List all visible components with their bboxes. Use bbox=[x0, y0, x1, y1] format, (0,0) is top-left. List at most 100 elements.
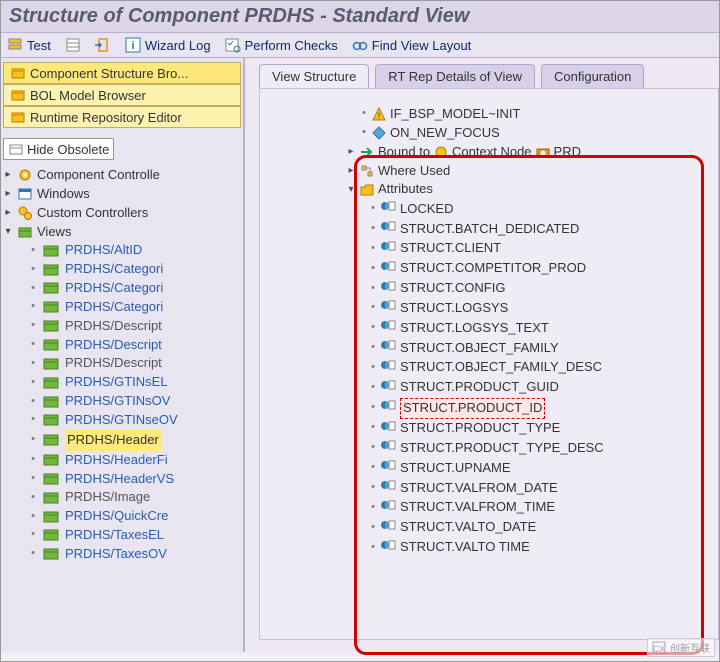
attribute-row[interactable]: •STRUCT.CONFIG bbox=[370, 279, 706, 299]
attribute-row[interactable]: •STRUCT.OBJECT_FAMILY_DESC bbox=[370, 358, 706, 378]
view-link[interactable]: PRDHS/TaxesOV bbox=[65, 545, 167, 564]
tree-row-init[interactable]: • ! IF_BSP_MODEL~INIT bbox=[360, 105, 706, 124]
view-item[interactable]: •PRDHS/TaxesOV bbox=[29, 545, 241, 564]
attribute-row[interactable]: •STRUCT.PRODUCT_ID bbox=[370, 398, 706, 419]
view-link[interactable]: PRDHS/QuickCre bbox=[65, 507, 168, 526]
view-item[interactable]: •PRDHS/Image bbox=[29, 488, 241, 507]
attribute-row[interactable]: •LOCKED bbox=[370, 199, 706, 219]
tree-row-attributes[interactable]: ▾ Attributes bbox=[346, 180, 706, 199]
view-icon bbox=[43, 471, 59, 487]
view-link[interactable]: PRDHS/Categori bbox=[65, 298, 163, 317]
view-item[interactable]: •PRDHS/GTINsOV bbox=[29, 392, 241, 411]
view-item[interactable]: •PRDHS/GTINseOV bbox=[29, 411, 241, 430]
view-item[interactable]: • PRDHS/HeaderVS bbox=[29, 470, 241, 489]
attribute-row[interactable]: •STRUCT.UPNAME bbox=[370, 458, 706, 478]
attribute-row[interactable]: •STRUCT.VALTO_DATE bbox=[370, 518, 706, 538]
attribute-row[interactable]: •STRUCT.PRODUCT_GUID bbox=[370, 378, 706, 398]
view-icon bbox=[43, 262, 59, 278]
attribute-row[interactable]: • STRUCT.LOGSYS_TEXT bbox=[370, 318, 706, 338]
view-item[interactable]: •PRDHS/Categori bbox=[29, 260, 241, 279]
twisty-icon[interactable]: ▸ bbox=[3, 187, 13, 202]
view-item[interactable]: •PRDHS/TaxesEL bbox=[29, 526, 241, 545]
twisty-icon[interactable]: ▾ bbox=[3, 225, 13, 240]
view-link[interactable]: PRDHS/TaxesEL bbox=[65, 526, 164, 545]
attribute-row[interactable]: •STRUCT.COMPETITOR_PROD bbox=[370, 259, 706, 279]
perform-checks-button[interactable]: Perform Checks bbox=[225, 37, 338, 53]
view-link[interactable]: PRDHS/GTINsOV bbox=[65, 392, 170, 411]
view-link[interactable]: PRDHS/HeaderFi bbox=[65, 451, 168, 470]
attribute-label: STRUCT.BATCH_DEDICATED bbox=[400, 220, 579, 239]
tree-node-custom-controllers[interactable]: ▸ Custom Controllers bbox=[3, 204, 241, 223]
attribute-icon bbox=[380, 338, 396, 358]
attribute-label: STRUCT.PRODUCT_GUID bbox=[400, 378, 559, 397]
tree-node-windows[interactable]: ▸ Windows bbox=[3, 185, 241, 204]
toolbar-table-icon[interactable] bbox=[65, 37, 81, 53]
attribute-row[interactable]: •STRUCT.PRODUCT_TYPE_DESC bbox=[370, 438, 706, 458]
hide-obsolete-button[interactable]: Hide Obsolete bbox=[3, 138, 114, 160]
view-item[interactable]: •PRDHS/Descript bbox=[29, 317, 241, 336]
bullet-icon: • bbox=[29, 281, 37, 297]
view-link[interactable]: PRDHS/Categori bbox=[65, 260, 163, 279]
tree-row-focus[interactable]: • ON_NEW_FOCUS bbox=[360, 124, 706, 143]
view-link[interactable]: PRDHS/Categori bbox=[65, 279, 163, 298]
attribute-row[interactable]: •STRUCT.VALFROM_DATE bbox=[370, 478, 706, 498]
view-link[interactable]: PRDHS/GTINseOV bbox=[65, 411, 178, 430]
attribute-row[interactable]: •STRUCT.OBJECT_FAMILY bbox=[370, 338, 706, 358]
view-item[interactable]: •PRDHS/Descript bbox=[29, 336, 241, 355]
attribute-row[interactable]: •STRUCT.BATCH_DEDICATED bbox=[370, 219, 706, 239]
view-item[interactable]: •PRDHS/GTINsEL bbox=[29, 373, 241, 392]
twisty-icon[interactable]: ▸ bbox=[346, 145, 356, 160]
find-view-layout-button[interactable]: Find View Layout bbox=[352, 37, 472, 53]
component-tree: ▸ Component Controlle ▸ Windows ▸ Custom… bbox=[3, 166, 241, 648]
twisty-icon[interactable]: ▸ bbox=[346, 164, 356, 179]
view-item[interactable]: • PRDHS/Categori bbox=[29, 279, 241, 298]
view-item[interactable]: •PRDHS/AltID bbox=[29, 241, 241, 260]
view-link[interactable]: PRDHS/Header bbox=[65, 430, 161, 451]
bullet-icon: • bbox=[370, 320, 376, 336]
view-icon bbox=[43, 394, 59, 410]
view-link[interactable]: PRDHS/Descript bbox=[65, 336, 162, 355]
page-title: Structure of Component PRDHS - Standard … bbox=[9, 5, 469, 27]
view-item[interactable]: •PRDHS/QuickCre bbox=[29, 507, 241, 526]
bullet-icon: • bbox=[370, 480, 376, 496]
view-link[interactable]: PRDHS/Descript bbox=[65, 317, 162, 336]
tab[interactable]: RT Rep Details of View bbox=[375, 64, 535, 88]
tab[interactable]: Configuration bbox=[541, 64, 644, 88]
view-link[interactable]: PRDHS/Descript bbox=[65, 354, 162, 373]
tree-row-bound-to[interactable]: ▸ Bound to Context Node PRD bbox=[346, 143, 706, 162]
attribute-row[interactable]: •STRUCT.PRODUCT_TYPE bbox=[370, 419, 706, 439]
tree-node-component-controller[interactable]: ▸ Component Controlle bbox=[3, 166, 241, 185]
attribute-icon bbox=[380, 478, 396, 498]
view-item[interactable]: •PRDHS/Categori bbox=[29, 298, 241, 317]
attribute-label: STRUCT.LOGSYS_TEXT bbox=[400, 319, 549, 338]
attribute-icon bbox=[380, 538, 396, 558]
tree-row-where-used[interactable]: ▸ Where Used bbox=[346, 162, 706, 181]
attribute-row[interactable]: •STRUCT.LOGSYS bbox=[370, 298, 706, 318]
test-button[interactable]: Test bbox=[7, 37, 51, 53]
attribute-row[interactable]: •STRUCT.VALFROM_TIME bbox=[370, 498, 706, 518]
toolbar: Test i Wizard Log Perform Checks Find Vi… bbox=[1, 33, 719, 58]
view-item[interactable]: •PRDHS/Descript bbox=[29, 354, 241, 373]
bullet-icon: • bbox=[29, 471, 37, 487]
browser-button[interactable]: BOL Model Browser bbox=[3, 84, 241, 106]
attribute-row[interactable]: •STRUCT.CLIENT bbox=[370, 239, 706, 259]
view-structure-tree: • ! IF_BSP_MODEL~INIT • ON_NEW_FOCUS ▸ B… bbox=[360, 105, 706, 557]
view-item[interactable]: •PRDHS/HeaderFi bbox=[29, 451, 241, 470]
twisty-icon[interactable]: ▾ bbox=[346, 183, 356, 198]
tree-node-views[interactable]: ▾ Views bbox=[3, 223, 241, 242]
view-link[interactable]: PRDHS/HeaderVS bbox=[65, 470, 174, 489]
browser-button[interactable]: Runtime Repository Editor bbox=[3, 106, 241, 128]
twisty-icon[interactable]: ▸ bbox=[3, 206, 13, 221]
view-link[interactable]: PRDHS/AltID bbox=[65, 241, 142, 260]
tab[interactable]: View Structure bbox=[259, 64, 369, 88]
wizard-log-button[interactable]: i Wizard Log bbox=[125, 37, 211, 53]
bullet-icon: • bbox=[370, 400, 376, 416]
view-link[interactable]: PRDHS/GTINsEL bbox=[65, 373, 168, 392]
bullet-icon: • bbox=[360, 106, 368, 122]
view-item[interactable]: •PRDHS/Header bbox=[29, 430, 241, 451]
twisty-icon[interactable]: ▸ bbox=[3, 168, 13, 183]
attribute-row[interactable]: •STRUCT.VALTO TIME bbox=[370, 538, 706, 558]
browser-button[interactable]: Component Structure Bro... bbox=[3, 62, 241, 84]
toolbar-exit-icon[interactable] bbox=[95, 37, 111, 53]
view-link[interactable]: PRDHS/Image bbox=[65, 488, 150, 507]
